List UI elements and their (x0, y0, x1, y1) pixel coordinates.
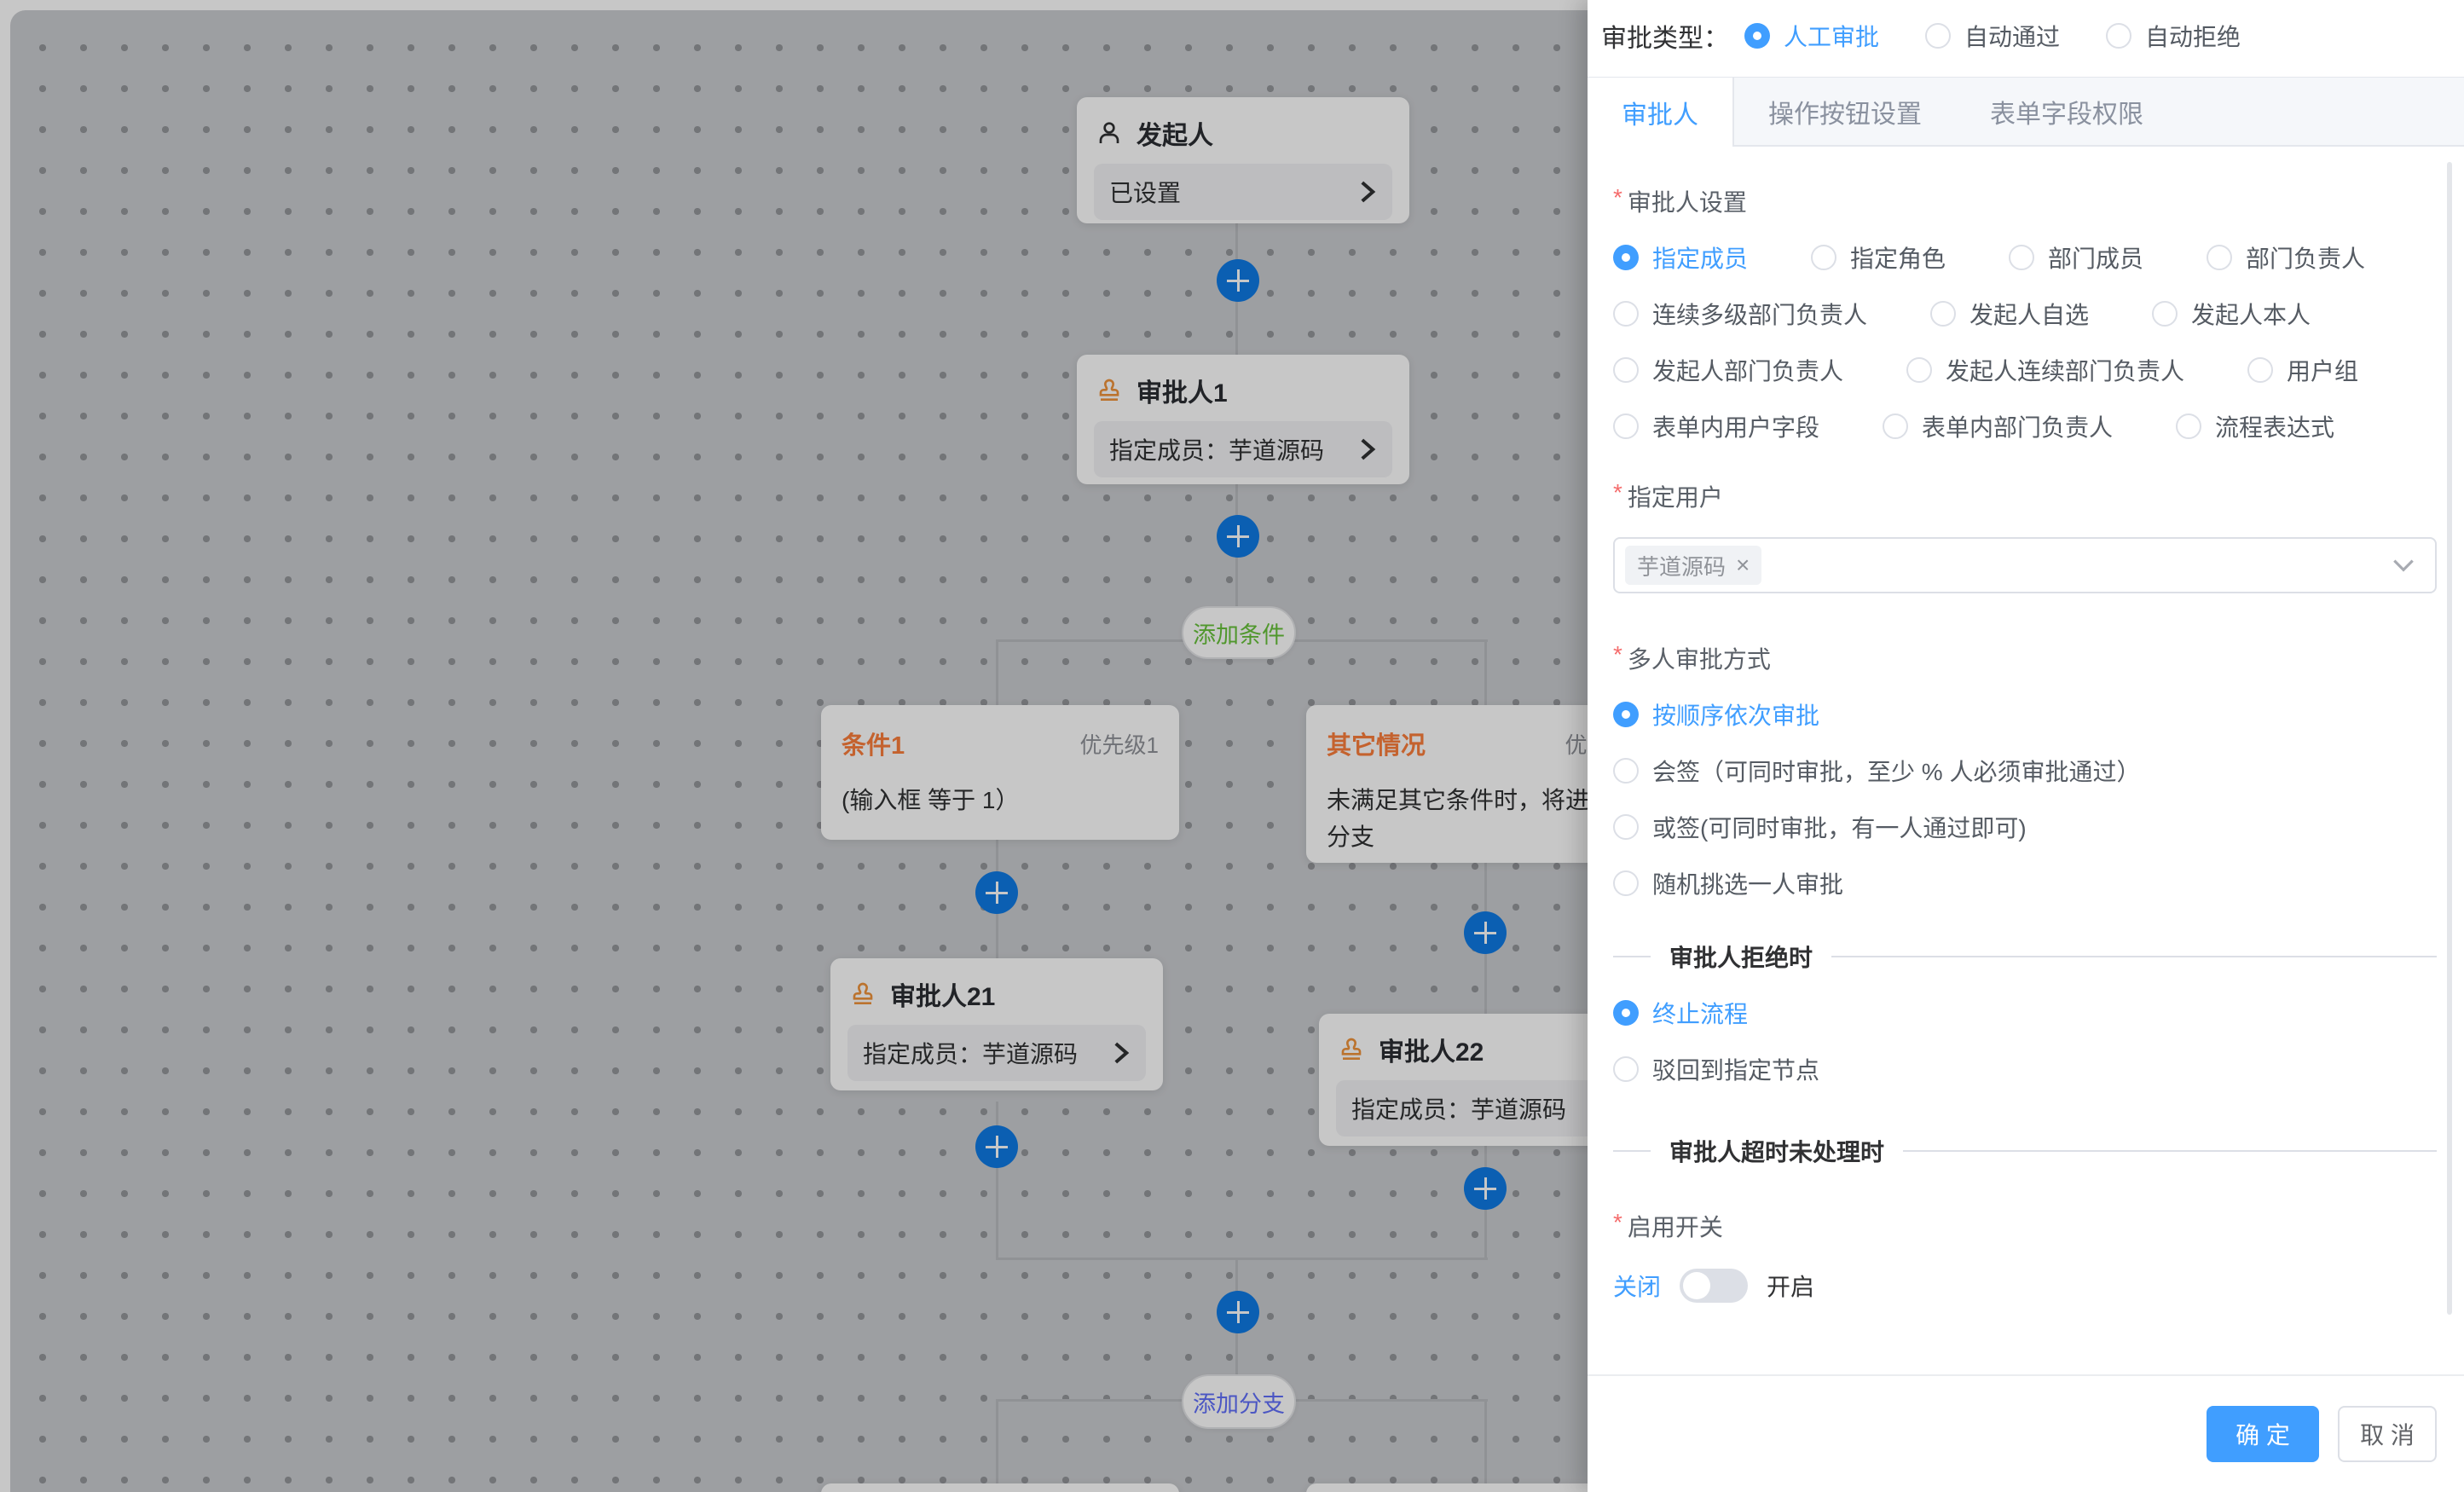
radio-icon (1906, 357, 1932, 383)
radio-dept-leader[interactable]: 部门负责人 (2207, 240, 2365, 275)
radio-icon (2207, 245, 2232, 270)
radio-countersign[interactable]: 会签（可同时审批，至少 % 人必须审批通过） (1613, 754, 2437, 788)
settings-tabs: 审批人 操作按钮设置 表单字段权限 (1588, 77, 2464, 147)
radio-icon (1613, 702, 1639, 727)
switch-on-label: 开启 (1767, 1269, 1814, 1303)
radio-icon (1613, 814, 1639, 840)
divider-line (1613, 956, 1651, 957)
drawer-footer: 确 定 取 消 (1588, 1374, 2464, 1492)
radio-form-dept-leader[interactable]: 表单内部门负责人 (1883, 409, 2113, 443)
radio-icon (1613, 245, 1639, 270)
enable-switch-row: 关闭 开启 (1613, 1269, 2437, 1303)
scrollbar[interactable] (2447, 162, 2452, 1315)
reject-options: 终止流程 驳回到指定节点 (1613, 996, 2437, 1086)
radio-icon (1613, 758, 1639, 784)
multi-approve-label: * 多人审批方式 (1613, 641, 2437, 675)
timeout-section-divider: 审批人超时未处理时 (1613, 1134, 2437, 1168)
radio-icon (1811, 245, 1836, 270)
radio-icon (1613, 413, 1639, 439)
required-asterisk: * (1613, 184, 1622, 218)
radio-assign-member[interactable]: 指定成员 (1613, 240, 1748, 275)
selected-user-tag: 芋道源码 × (1625, 546, 1761, 585)
divider-line (1831, 956, 2437, 957)
radio-dept-member[interactable]: 部门成员 (2009, 240, 2143, 275)
radio-orsign[interactable]: 或签(可同时审批，有一人通过即可) (1613, 810, 2437, 844)
radio-icon (1613, 301, 1639, 327)
radio-icon (1613, 1056, 1639, 1082)
radio-starter-dept-leader[interactable]: 发起人部门负责人 (1613, 353, 1843, 387)
tab-approver[interactable]: 审批人 (1588, 78, 1734, 147)
required-asterisk: * (1613, 479, 1622, 513)
radio-return-to-node[interactable]: 驳回到指定节点 (1613, 1052, 2437, 1086)
radio-icon (2176, 413, 2201, 439)
enable-switch-label: * 启用开关 (1613, 1209, 2437, 1243)
radio-icon (2152, 301, 2178, 327)
radio-user-group[interactable]: 用户组 (2247, 353, 2358, 387)
approve-type-label: 审批类型： (1601, 17, 1729, 55)
multi-approve-options: 按顺序依次审批 会签（可同时审批，至少 % 人必须审批通过） 或签(可同时审批，… (1613, 697, 2437, 900)
radio-icon (1613, 870, 1639, 896)
radio-starter-multi-dept-leader[interactable]: 发起人连续部门负责人 (1906, 353, 2184, 387)
remove-tag-icon[interactable]: × (1736, 553, 1750, 577)
confirm-button[interactable]: 确 定 (2207, 1406, 2319, 1462)
radio-icon (2106, 23, 2131, 49)
radio-icon (1925, 23, 1951, 49)
tab-form-field-permissions[interactable]: 表单字段权限 (1956, 78, 2178, 145)
required-asterisk: * (1613, 641, 1622, 675)
radio-icon (1613, 357, 1639, 383)
approver-settings-drawer: 审批类型： 人工审批 自动通过 自动拒绝 审批人 操作按钮设置 表单字段权限 *… (1588, 0, 2464, 1492)
radio-multi-level-dept-leader[interactable]: 连续多级部门负责人 (1613, 297, 1867, 331)
required-asterisk: * (1613, 1209, 1622, 1243)
radio-manual-approve[interactable]: 人工审批 (1744, 19, 1879, 53)
assign-user-label: * 指定用户 (1613, 479, 2437, 513)
cancel-button[interactable]: 取 消 (2338, 1406, 2437, 1462)
radio-starter-choose[interactable]: 发起人自选 (1930, 297, 2089, 331)
radio-icon (2009, 245, 2034, 270)
tab-action-buttons[interactable]: 操作按钮设置 (1734, 78, 1956, 145)
radio-auto-pass[interactable]: 自动通过 (1925, 19, 2060, 53)
reject-section-title: 审批人拒绝时 (1669, 940, 1813, 974)
reject-section-divider: 审批人拒绝时 (1613, 940, 2437, 974)
chevron-down-icon (2392, 558, 2415, 572)
radio-icon (2247, 357, 2273, 383)
radio-auto-reject[interactable]: 自动拒绝 (2106, 19, 2241, 53)
approve-type-row: 审批类型： 人工审批 自动通过 自动拒绝 (1588, 0, 2464, 55)
divider-line (1903, 1150, 2437, 1152)
drawer-body[interactable]: * 审批人设置 指定成员 指定角色 部门成员 部门负责人 (1588, 147, 2464, 1330)
approver-setup-label: * 审批人设置 (1613, 184, 2437, 218)
radio-terminate-process[interactable]: 终止流程 (1613, 996, 2437, 1030)
radio-icon (1744, 23, 1770, 49)
radio-icon (1930, 301, 1956, 327)
timeout-section-title: 审批人超时未处理时 (1669, 1134, 1884, 1168)
switch-off-label: 关闭 (1613, 1269, 1661, 1303)
radio-starter-self[interactable]: 发起人本人 (2152, 297, 2311, 331)
enable-toggle[interactable] (1680, 1269, 1748, 1303)
assign-user-select[interactable]: 芋道源码 × (1613, 537, 2437, 593)
radio-sequential-approve[interactable]: 按顺序依次审批 (1613, 697, 2437, 732)
radio-process-expression[interactable]: 流程表达式 (2176, 409, 2334, 443)
divider-line (1613, 1150, 1651, 1152)
radio-icon (1613, 1000, 1639, 1026)
radio-assign-role[interactable]: 指定角色 (1811, 240, 1946, 275)
radio-random-one[interactable]: 随机挑选一人审批 (1613, 866, 2437, 900)
radio-icon (1883, 413, 1908, 439)
radio-form-user-field[interactable]: 表单内用户字段 (1613, 409, 1819, 443)
